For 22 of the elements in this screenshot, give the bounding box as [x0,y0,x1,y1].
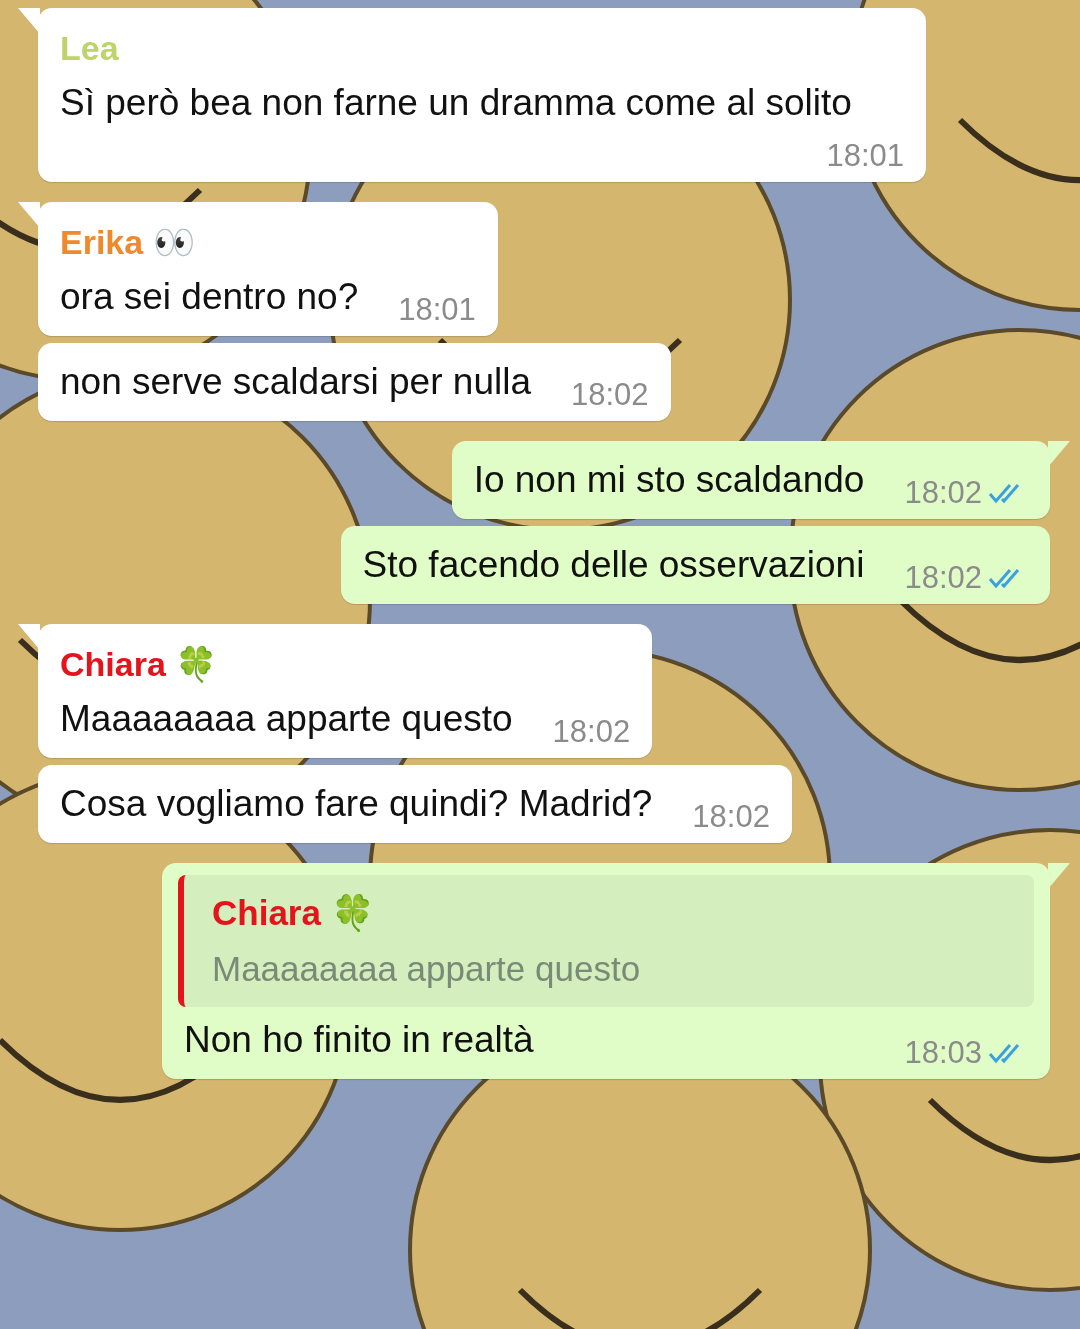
message-text: Cosa vogliamo fare quindi? Madrid? [60,782,653,826]
message-time: 18:02 [552,713,631,751]
message-time: 18:03 [904,1034,982,1072]
quoted-sender: Chiara 🍀 [212,892,376,934]
message-text: ora sei dentro no? [60,275,359,319]
message-time: 18:02 [692,798,770,836]
message-text: Io non mi sto scaldando [473,458,865,502]
quoted-text: Maaaaaaaa apparte questo [212,948,642,990]
sender-name: Lea [60,28,120,69]
sender-name: Chiara 🍀 [60,644,219,685]
message-time: 18:02 [904,474,982,512]
message-time: 18:02 [571,376,649,414]
sender-name: Erika 👀 [60,222,196,263]
message-text: Sì però bea non farne un dramma come al solito [60,81,852,125]
message-text: Non ho finito in realtà [184,1018,534,1062]
message-text: Maaaaaaaa apparte questo [60,697,513,741]
message-time: 18:01 [398,291,476,329]
message-text: Sto facendo delle osservazioni [362,543,865,587]
message-time: 18:02 [904,559,982,597]
quoted-message[interactable]: Chiara 🍀 Maaaaaaaa apparte questo [178,875,1034,1007]
message-time: 18:01 [826,137,904,175]
message-text: non serve scaldarsi per nulla [60,360,531,404]
